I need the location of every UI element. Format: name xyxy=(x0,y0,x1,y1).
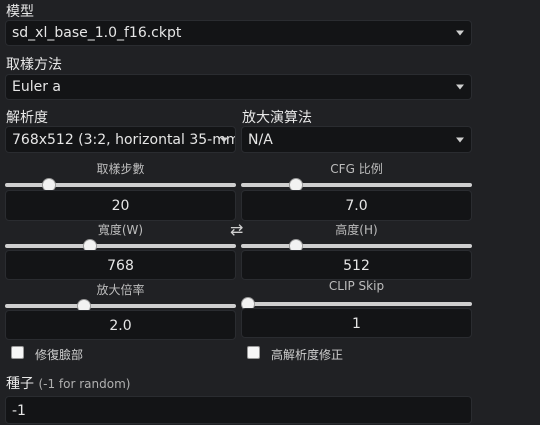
height-label: 高度(H) xyxy=(335,223,378,237)
sampler-select[interactable]: Euler a xyxy=(5,74,472,100)
width-label: 寬度(W) xyxy=(97,223,144,237)
cfg-input[interactable]: 7.0 xyxy=(241,190,472,221)
chevron-down-icon xyxy=(220,137,228,142)
upscaler-value: N/A xyxy=(248,131,273,148)
resolution-label: 解析度 xyxy=(6,110,48,126)
face-restore-label: 修復臉部 xyxy=(35,348,84,362)
seed-label: 種子 xyxy=(6,376,34,392)
chevron-down-icon xyxy=(456,137,464,142)
width-slider-track[interactable] xyxy=(5,244,236,248)
seed-input[interactable]: -1 xyxy=(5,396,472,424)
resolution-select[interactable]: 768x512 (3:2, horizontal 35-mm xyxy=(5,126,236,153)
cfg-label: CFG 比例 xyxy=(330,162,383,176)
steps-slider-track[interactable] xyxy=(5,183,236,187)
scale-slider-track[interactable] xyxy=(5,304,236,308)
steps-input[interactable]: 20 xyxy=(5,190,236,221)
upscaler-label: 放大演算法 xyxy=(242,110,312,126)
sampler-value: Euler a xyxy=(12,79,62,95)
resolution-value: 768x512 (3:2, horizontal 35-mm xyxy=(12,131,236,148)
sampler-label: 取樣方法 xyxy=(6,57,62,73)
height-input[interactable]: 512 xyxy=(241,250,472,280)
model-value: sd_xl_base_1.0_f16.ckpt xyxy=(12,25,182,41)
model-select[interactable]: sd_xl_base_1.0_f16.ckpt xyxy=(5,20,472,46)
upscaler-select[interactable]: N/A xyxy=(241,126,472,153)
clip-skip-input[interactable]: 1 xyxy=(241,308,472,338)
model-label: 模型 xyxy=(6,4,34,20)
chevron-down-icon xyxy=(456,84,464,90)
scale-label: 放大倍率 xyxy=(96,283,145,297)
hires-fix-checkbox[interactable] xyxy=(247,346,260,359)
cfg-slider-track[interactable] xyxy=(241,183,472,187)
chevron-down-icon xyxy=(456,30,464,36)
clip-skip-slider-track[interactable] xyxy=(241,302,472,306)
face-restore-checkbox[interactable] xyxy=(11,346,24,359)
seed-hint: (-1 for random) xyxy=(38,377,131,391)
hires-fix-label: 高解析度修正 xyxy=(271,348,344,362)
steps-label: 取樣步數 xyxy=(96,162,145,176)
height-slider-track[interactable] xyxy=(241,244,472,248)
scale-input[interactable]: 2.0 xyxy=(5,310,236,340)
seed-label-row: 種子 (-1 for random) xyxy=(6,373,130,393)
clip-skip-label: CLIP Skip xyxy=(328,279,385,293)
width-input[interactable]: 768 xyxy=(5,250,236,280)
